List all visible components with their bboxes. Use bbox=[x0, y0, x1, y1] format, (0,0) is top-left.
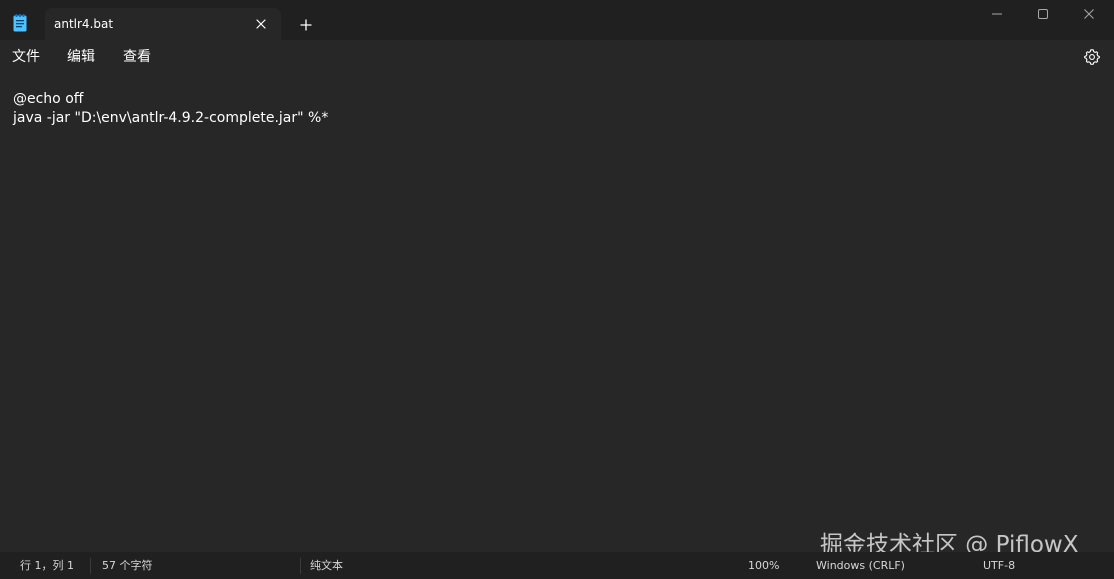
close-icon bbox=[256, 19, 266, 29]
status-divider bbox=[300, 558, 301, 574]
close-window-button[interactable] bbox=[1066, 0, 1112, 28]
new-tab-button[interactable] bbox=[293, 13, 319, 37]
plus-icon bbox=[300, 19, 312, 31]
tab-antlr4-bat[interactable]: antlr4.bat bbox=[45, 8, 281, 40]
notepad-icon bbox=[13, 14, 27, 32]
minimize-button[interactable] bbox=[974, 0, 1020, 28]
status-char-count: 57 个字符 bbox=[102, 559, 153, 572]
title-bar[interactable]: antlr4.bat bbox=[0, 0, 1114, 40]
maximize-button[interactable] bbox=[1020, 0, 1066, 28]
close-icon bbox=[1084, 9, 1094, 19]
menu-view[interactable]: 查看 bbox=[123, 46, 151, 68]
menu-file[interactable]: 文件 bbox=[12, 46, 40, 68]
status-zoom[interactable]: 100% bbox=[748, 559, 779, 573]
status-divider bbox=[90, 558, 91, 574]
maximize-icon bbox=[1038, 9, 1048, 19]
tab-title: antlr4.bat bbox=[54, 17, 114, 31]
settings-button[interactable] bbox=[1081, 46, 1103, 68]
menu-edit[interactable]: 编辑 bbox=[67, 46, 95, 68]
gear-icon bbox=[1084, 49, 1100, 65]
status-file-type: 纯文本 bbox=[310, 559, 343, 572]
status-line-ending[interactable]: Windows (CRLF) bbox=[816, 559, 905, 573]
status-encoding[interactable]: UTF-8 bbox=[983, 559, 1015, 573]
editor-line: @echo off bbox=[13, 91, 84, 107]
text-editor[interactable]: @echo off java -jar "D:\env\antlr-4.9.2-… bbox=[0, 74, 1114, 551]
status-cursor-position: 行 1，列 1 bbox=[20, 559, 74, 572]
notepad-window: antlr4.bat 文件 编辑 查看 @echo off java -jar … bbox=[0, 0, 1114, 579]
menu-bar: 文件 编辑 查看 bbox=[0, 40, 1114, 74]
tab-close-button[interactable] bbox=[250, 13, 272, 35]
editor-line: java -jar "D:\env\antlr-4.9.2-complete.j… bbox=[13, 110, 329, 126]
minimize-icon bbox=[992, 13, 1002, 15]
status-bar: 行 1，列 1 57 个字符 纯文本 100% Windows (CRLF) U… bbox=[0, 552, 1114, 579]
